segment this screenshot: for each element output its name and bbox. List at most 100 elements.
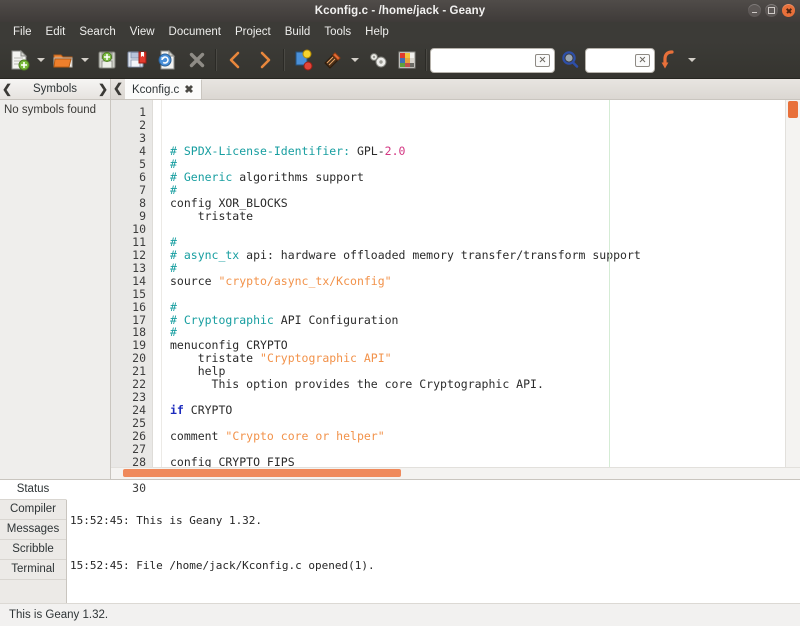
- document-prev-tab-arrow[interactable]: ❮: [111, 79, 125, 99]
- build-dropdown-arrow[interactable]: [348, 45, 362, 75]
- code-token: #: [170, 325, 177, 339]
- editor-pane: ❮ Kconfig.c ✖ 12345678910111213141516171…: [111, 79, 800, 479]
- fold-margin[interactable]: [153, 100, 162, 467]
- find-button[interactable]: [555, 45, 585, 75]
- maximize-button[interactable]: [765, 4, 778, 17]
- code-token: algorithms support: [239, 170, 364, 184]
- document-tab-close-icon[interactable]: ✖: [184, 83, 193, 96]
- status-bar-text: This is Geany 1.32.: [9, 609, 108, 621]
- run-button[interactable]: [362, 45, 392, 75]
- message-tab-scribble[interactable]: Scribble: [0, 540, 66, 560]
- navigate-forward-button[interactable]: [250, 45, 280, 75]
- code-line: # Cryptographic API Configuration: [170, 314, 785, 327]
- minimize-button[interactable]: [748, 4, 761, 17]
- menu-tools[interactable]: Tools: [317, 22, 358, 42]
- save-all-button[interactable]: [122, 45, 152, 75]
- main-area: ❮ Symbols ❯ No symbols found ❮ Kconfig.c…: [0, 79, 800, 479]
- menu-edit[interactable]: Edit: [39, 22, 73, 42]
- close-document-button[interactable]: [182, 45, 212, 75]
- goto-line-field-wrapper[interactable]: [585, 48, 655, 73]
- open-file-dropdown-arrow[interactable]: [78, 45, 92, 75]
- build-icon: [322, 49, 344, 71]
- menu-help[interactable]: Help: [358, 22, 396, 42]
- menu-document[interactable]: Document: [162, 22, 228, 42]
- line-number: 16: [111, 301, 146, 314]
- code-token: #: [170, 300, 177, 314]
- window-controls: [748, 4, 795, 17]
- build-button[interactable]: [318, 45, 348, 75]
- new-file-button[interactable]: [4, 45, 34, 75]
- clear-goto-icon[interactable]: [635, 54, 650, 67]
- geany-window: Kconfig.c - /home/jack - Geany File Edit…: [0, 0, 800, 626]
- line-number-gutter: 1234567891011121314151617181920212223242…: [111, 100, 153, 467]
- message-tabs: Status Compiler Messages Scribble Termin…: [0, 480, 67, 603]
- menu-build[interactable]: Build: [278, 22, 318, 42]
- revert-icon: [156, 49, 178, 71]
- magnifier-icon: [559, 49, 581, 71]
- symbols-empty-message: No symbols found: [4, 104, 108, 116]
- compile-button[interactable]: [288, 45, 318, 75]
- message-window: Status Compiler Messages Scribble Termin…: [0, 479, 800, 603]
- message-tab-terminal[interactable]: Terminal: [0, 560, 66, 580]
- code-line: tristate: [170, 210, 785, 223]
- code-token: GPL-: [357, 144, 385, 158]
- vertical-scrollbar-thumb[interactable]: [788, 101, 798, 118]
- code-token: tristate: [170, 351, 260, 365]
- line-number: 3: [111, 132, 146, 145]
- menu-view[interactable]: View: [123, 22, 162, 42]
- sidebar-notebook-header: ❮ Symbols ❯: [0, 79, 110, 100]
- line-number: 2: [111, 119, 146, 132]
- code-line: # SPDX-License-Identifier: GPL-2.0: [170, 145, 785, 158]
- line-number: 12: [111, 249, 146, 262]
- goto-line-input[interactable]: [592, 53, 635, 67]
- jump-to-line-button[interactable]: [655, 45, 685, 75]
- source-code-text[interactable]: # SPDX-License-Identifier: GPL-2.0## Gen…: [162, 100, 785, 467]
- jump-to-line-icon: [659, 49, 681, 71]
- jump-dropdown-arrow[interactable]: [685, 45, 699, 75]
- search-input[interactable]: [437, 53, 535, 67]
- menu-project[interactable]: Project: [228, 22, 278, 42]
- color-chooser-button[interactable]: [392, 45, 422, 75]
- menu-file[interactable]: File: [6, 22, 39, 42]
- code-line: comment "Crypto core or helper": [170, 430, 785, 443]
- code-line: config CRYPTO_FIPS: [170, 456, 785, 467]
- sidebar-tab-symbols[interactable]: Symbols: [14, 80, 96, 99]
- message-tab-status[interactable]: Status: [0, 480, 67, 500]
- toolbar-separator-1: [215, 49, 217, 71]
- close-button[interactable]: [782, 4, 795, 17]
- code-line: tristate "Cryptographic API": [170, 352, 785, 365]
- document-tab-kconfig[interactable]: Kconfig.c ✖: [125, 79, 202, 99]
- code-token: menuconfig CRYPTO: [170, 338, 288, 352]
- code-editor[interactable]: 1234567891011121314151617181920212223242…: [111, 100, 800, 467]
- search-field-wrapper[interactable]: [430, 48, 555, 73]
- horizontal-scrollbar-thumb[interactable]: [123, 469, 401, 477]
- status-log-line: 15:52:45: File /home/jack/Kconfig.c open…: [70, 558, 800, 573]
- color-chooser-icon: [396, 49, 418, 71]
- vertical-scrollbar[interactable]: [785, 100, 800, 467]
- sidebar-next-tab-arrow[interactable]: ❯: [96, 80, 110, 99]
- clear-search-icon[interactable]: [535, 54, 550, 67]
- navigate-back-button[interactable]: [220, 45, 250, 75]
- code-token: tristate: [170, 209, 253, 223]
- save-button[interactable]: [92, 45, 122, 75]
- line-number: 10: [111, 223, 146, 236]
- navigate-forward-icon: [255, 50, 275, 70]
- open-file-button[interactable]: [48, 45, 78, 75]
- code-token: #: [170, 261, 177, 275]
- symbols-list[interactable]: No symbols found: [0, 100, 110, 479]
- revert-button[interactable]: [152, 45, 182, 75]
- code-token: #: [170, 157, 177, 171]
- message-tab-messages[interactable]: Messages: [0, 520, 66, 540]
- new-file-dropdown-arrow[interactable]: [34, 45, 48, 75]
- code-line: [170, 223, 785, 236]
- menu-bar: File Edit Search View Document Project B…: [0, 22, 800, 42]
- save-all-icon: [126, 49, 148, 71]
- code-token: comment: [170, 429, 225, 443]
- menu-search[interactable]: Search: [72, 22, 122, 42]
- status-log[interactable]: 15:52:45: This is Geany 1.32. 15:52:45: …: [67, 480, 800, 603]
- horizontal-scrollbar[interactable]: [111, 467, 800, 479]
- sidebar-prev-tab-arrow[interactable]: ❮: [0, 80, 14, 99]
- code-line: This option provides the core Cryptograp…: [170, 378, 785, 391]
- line-number: 5: [111, 158, 146, 171]
- message-tab-compiler[interactable]: Compiler: [0, 500, 66, 520]
